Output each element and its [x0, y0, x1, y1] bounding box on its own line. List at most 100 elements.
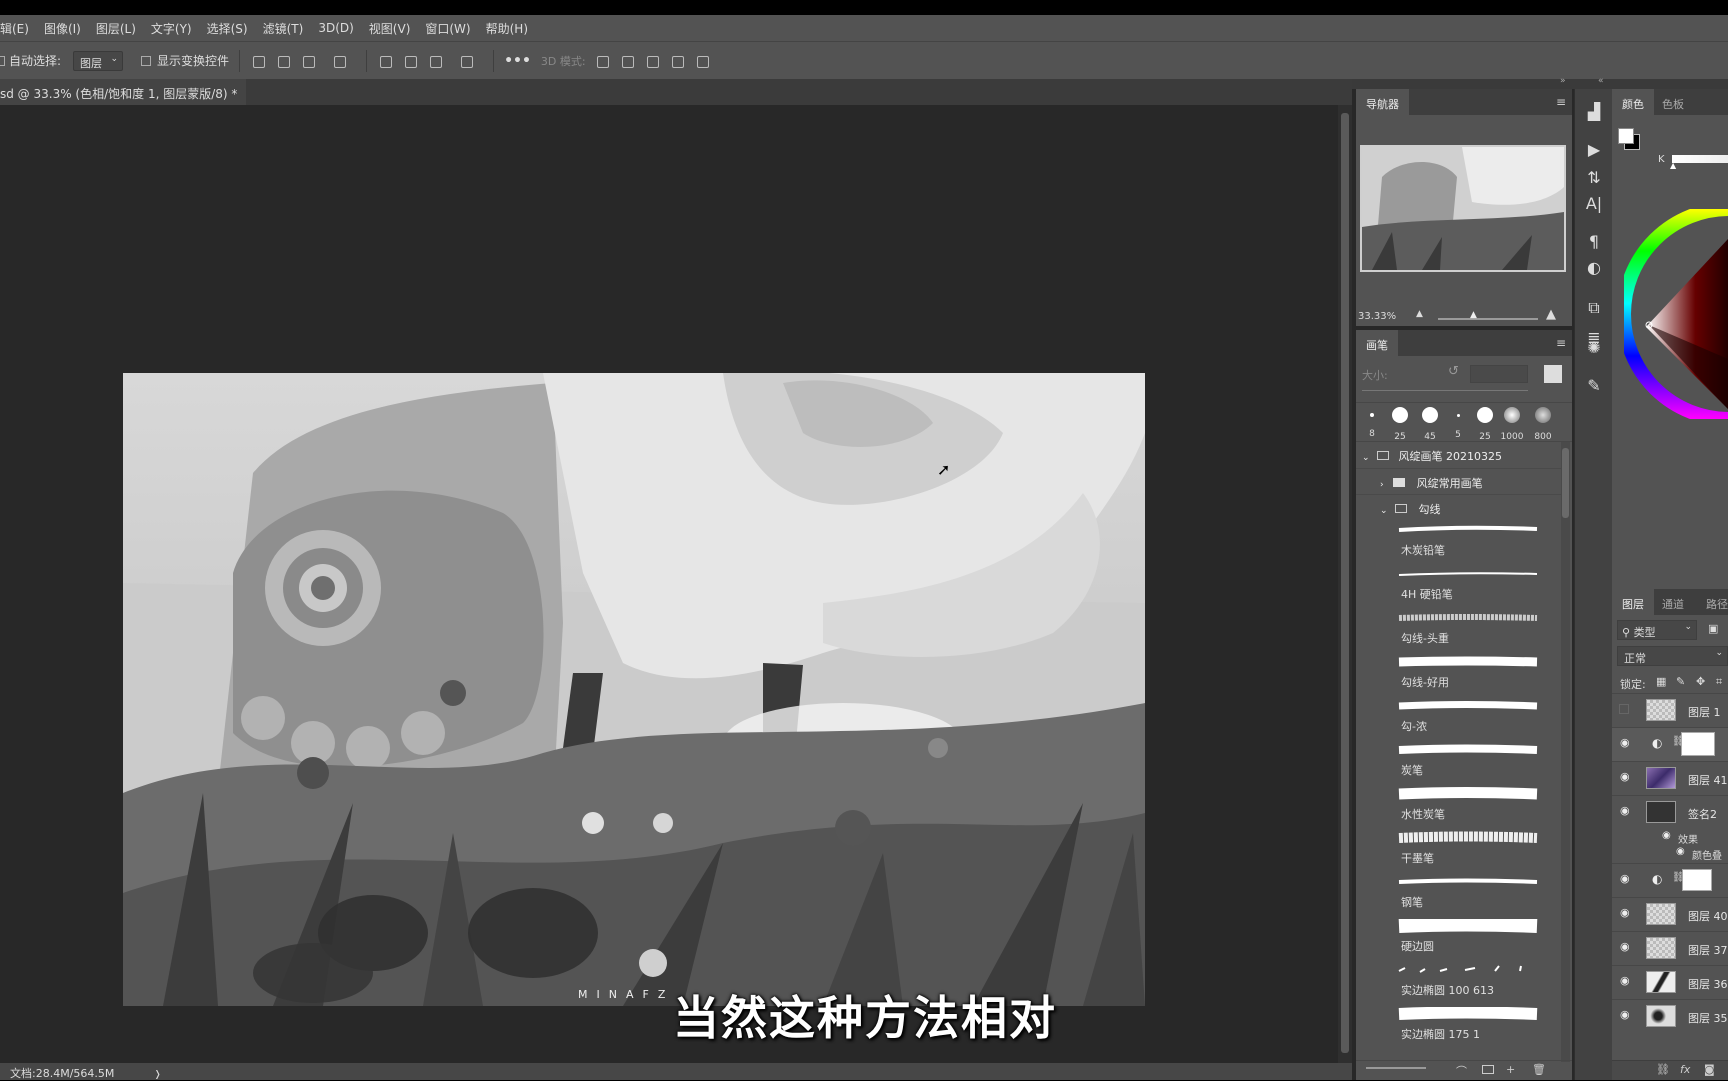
brush-item[interactable]: 实边椭圆 175 1: [1395, 1004, 1545, 1048]
3d-roll-icon[interactable]: [619, 54, 637, 68]
menu-layer[interactable]: 图层(L): [96, 20, 136, 37]
preset-2[interactable]: 25: [1389, 407, 1411, 443]
menu-view[interactable]: 视图(V): [369, 20, 411, 37]
new-icon[interactable]: +: [1506, 1063, 1515, 1076]
menu-image[interactable]: 图像(I): [44, 20, 81, 37]
layer-mask-thumbnail[interactable]: [1681, 732, 1715, 756]
brush-item[interactable]: 勾线-头重: [1395, 608, 1545, 652]
eye-icon[interactable]: ◉: [1620, 974, 1630, 987]
preset-6[interactable]: 1000: [1499, 407, 1525, 443]
eye-icon[interactable]: ◉: [1676, 846, 1685, 857]
brush-item[interactable]: 钢笔: [1395, 872, 1545, 916]
layer-row[interactable]: ◉ 签名2: [1612, 795, 1728, 829]
align-left-icon[interactable]: [250, 54, 268, 68]
preset-5[interactable]: 25: [1474, 407, 1496, 443]
distribute-icon[interactable]: [331, 54, 349, 68]
layer-row[interactable]: ◉ 图层 41: [1612, 761, 1728, 795]
brush-tree-item[interactable]: ⌄ 风绽画笔 20210325: [1356, 442, 1564, 468]
tab-color[interactable]: 颜色: [1612, 89, 1654, 115]
tab-paths[interactable]: 路径: [1706, 596, 1728, 612]
brush-size-small-slider[interactable]: [1366, 1067, 1426, 1069]
visibility-icon[interactable]: ⌒: [1456, 1063, 1467, 1079]
collapse-icon[interactable]: »: [1560, 76, 1566, 86]
menu-select[interactable]: 选择(S): [207, 20, 248, 37]
menu-3d[interactable]: 3D(D): [318, 21, 353, 35]
brush-item[interactable]: 4H 硬铅笔: [1395, 564, 1545, 608]
character-icon[interactable]: A|: [1584, 195, 1604, 213]
layer-mask-thumbnail[interactable]: [1682, 869, 1712, 891]
preset-3[interactable]: 45: [1419, 407, 1441, 443]
fx-icon[interactable]: fx: [1680, 1063, 1690, 1076]
panel-menu-icon[interactable]: ≡: [1556, 336, 1566, 350]
new-brush-icon[interactable]: [1544, 365, 1562, 383]
artwork-canvas[interactable]: MINAFZ: [123, 373, 1145, 1006]
brush-item[interactable]: 勾线-好用: [1395, 652, 1545, 696]
eye-icon[interactable]: ◉: [1662, 830, 1671, 841]
brush-tree-item[interactable]: › 风绽常用画笔: [1356, 468, 1564, 494]
brush-size-slider[interactable]: [1362, 390, 1528, 391]
scrollbar-thumb[interactable]: [1341, 113, 1349, 1053]
brush-item[interactable]: 硬边圆: [1395, 916, 1545, 960]
3d-pan-icon[interactable]: [644, 54, 662, 68]
chevron-down-icon[interactable]: ⌄: [1362, 453, 1370, 463]
navigator-preview[interactable]: [1360, 145, 1566, 272]
layer-row[interactable]: 图层 1: [1612, 693, 1728, 727]
tab-swatches[interactable]: 色板: [1662, 96, 1684, 112]
distribute-vertical-icon[interactable]: [458, 54, 476, 68]
brush-item[interactable]: 木炭铅笔: [1395, 520, 1545, 564]
3d-slide-icon[interactable]: [669, 54, 687, 68]
align-hcenter-icon[interactable]: [275, 54, 293, 68]
brush-size-field[interactable]: [1470, 365, 1528, 383]
blend-mode-dropdown[interactable]: 正常 ⌄: [1617, 646, 1728, 666]
layer-row[interactable]: ◉ ◐ ⛓: [1612, 727, 1728, 761]
scrollbar-thumb[interactable]: [1562, 448, 1569, 518]
foreground-color-swatch[interactable]: [1618, 128, 1634, 144]
3d-camera-icon[interactable]: [694, 54, 712, 68]
lock-transparent-icon[interactable]: ▦: [1656, 675, 1666, 688]
align-bottom-icon[interactable]: [427, 54, 445, 68]
canvas-area[interactable]: MINAFZ ➚: [0, 105, 1338, 1063]
brush-item[interactable]: 实边椭圆 100 613: [1395, 960, 1545, 1004]
preset-1[interactable]: 8: [1364, 409, 1380, 440]
lock-artboard-icon[interactable]: ⌗: [1716, 675, 1722, 689]
auto-select-checkbox[interactable]: [0, 55, 5, 66]
menu-window[interactable]: 窗口(W): [425, 20, 470, 37]
sparkle-icon[interactable]: ✺: [1584, 339, 1604, 357]
folder-icon[interactable]: [1482, 1065, 1494, 1074]
menu-edit[interactable]: 辑(E): [0, 20, 29, 37]
brush-list-scrollbar[interactable]: [1561, 442, 1570, 1062]
panel-collapse-bar[interactable]: » «: [1352, 76, 1728, 89]
layer-row[interactable]: ◉ 图层 37: [1612, 931, 1728, 965]
chevron-right-icon[interactable]: ›: [1380, 480, 1384, 490]
link-layers-icon[interactable]: ⛓: [1656, 1063, 1670, 1076]
histogram-icon[interactable]: ▟: [1584, 103, 1604, 121]
show-transform-checkbox[interactable]: [141, 55, 152, 66]
tab-layers[interactable]: 图层: [1612, 589, 1654, 615]
layer-effect-row[interactable]: ◉ 颜色叠: [1612, 845, 1728, 862]
menu-help[interactable]: 帮助(H): [486, 20, 528, 37]
trash-icon[interactable]: 🗑: [1532, 1063, 1546, 1076]
chevron-down-icon[interactable]: ⌄: [1380, 506, 1388, 516]
zoom-slider-thumb[interactable]: ▲: [1470, 310, 1477, 320]
brush-item[interactable]: 干墨笔: [1395, 828, 1545, 872]
brush-item[interactable]: 勾-浓: [1395, 696, 1545, 740]
more-options-icon[interactable]: •••: [504, 53, 531, 69]
navigator-zoom-value[interactable]: 33.33%: [1358, 311, 1396, 322]
zoom-in-icon[interactable]: ▲: [1546, 307, 1556, 322]
eye-icon[interactable]: ◉: [1620, 736, 1630, 749]
clone-source-icon[interactable]: ⇅: [1584, 169, 1604, 187]
layer-effect-row[interactable]: ◉ 效果: [1612, 829, 1728, 846]
tab-brush[interactable]: 画笔: [1356, 330, 1398, 356]
panel-menu-icon[interactable]: ≡: [1556, 95, 1566, 109]
brush-item[interactable]: 炭笔: [1395, 740, 1545, 784]
collapse-icon[interactable]: «: [1598, 76, 1604, 86]
add-mask-icon[interactable]: ◙: [1704, 1063, 1715, 1076]
menu-type[interactable]: 文字(Y): [151, 20, 192, 37]
layer-row[interactable]: ◉ 图层 40: [1612, 897, 1728, 931]
align-vcenter-icon[interactable]: [402, 54, 420, 68]
brush-item[interactable]: 水性炭笔: [1395, 784, 1545, 828]
preset-7[interactable]: 800: [1530, 407, 1556, 443]
play-icon[interactable]: ▶: [1584, 141, 1604, 159]
layer-row[interactable]: ◉ ◐ ⛓: [1612, 863, 1728, 897]
k-slider-thumb[interactable]: ▲: [1670, 161, 1676, 170]
